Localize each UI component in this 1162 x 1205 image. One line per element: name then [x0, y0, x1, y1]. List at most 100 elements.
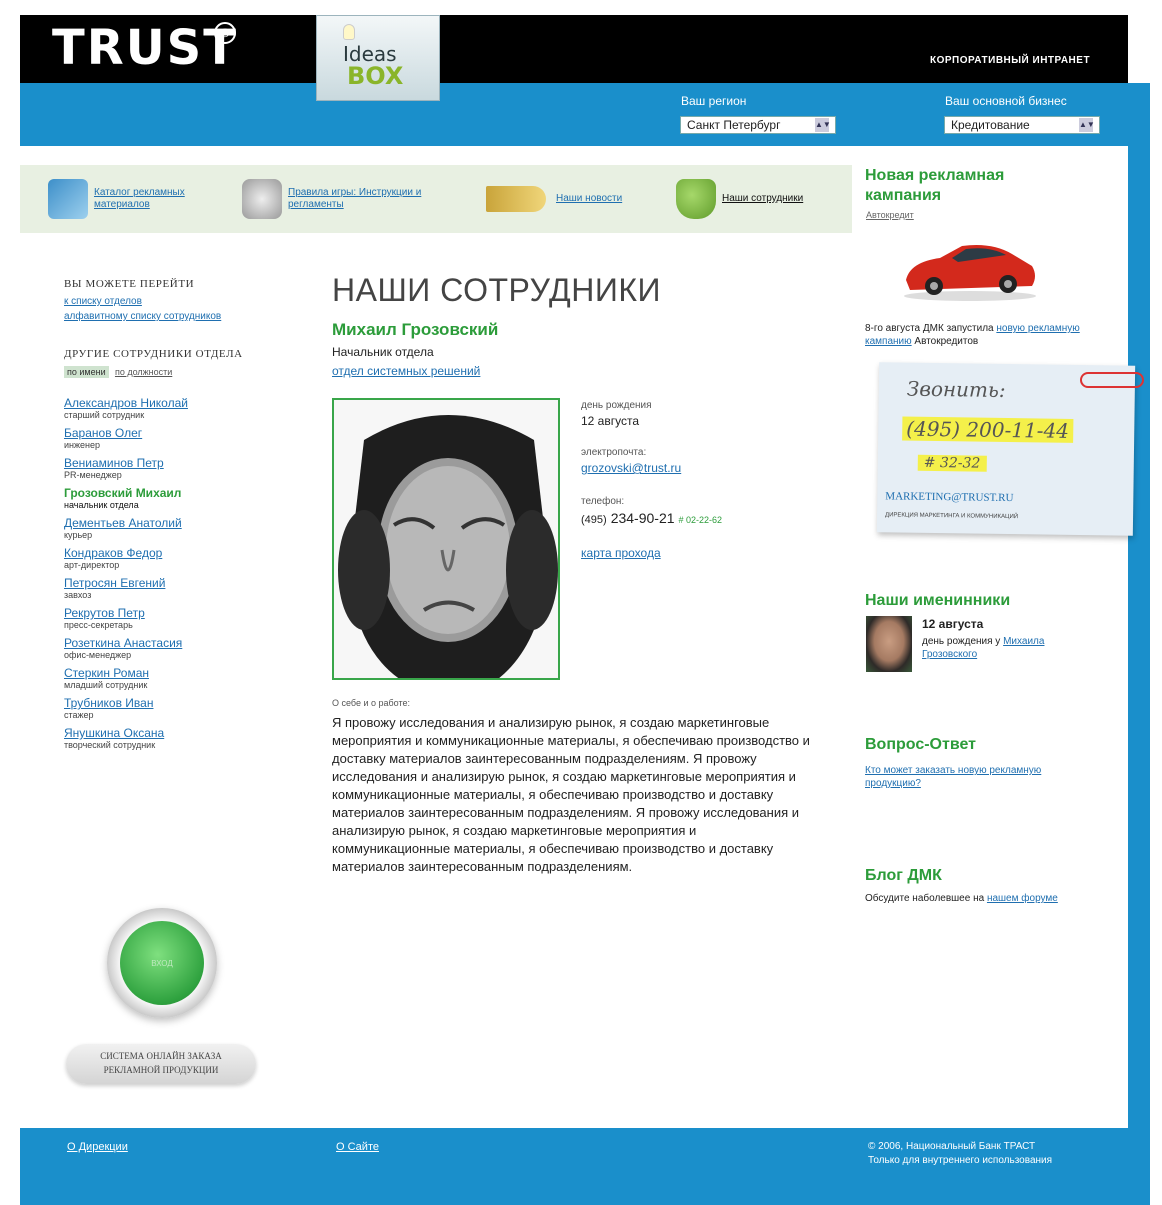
about-label: О себе и о работе: [332, 698, 410, 708]
box-word: BOX [347, 62, 404, 90]
employee-role: завхоз [64, 590, 92, 600]
employee-name[interactable]: Баранов Олег [64, 426, 294, 440]
phone-line: (495) 234-90-21 # 02-22-62 [581, 510, 722, 526]
employee-list: Александров Николай старший сотрудник Бар… [64, 396, 294, 750]
menu-item-rules[interactable]: Правила игры: Инструкции и регламенты [242, 165, 448, 233]
campaign-text-start: 8-го августа ДМК запустила [865, 323, 997, 334]
list-item[interactable]: Александров Николай старший сотрудник [64, 396, 294, 420]
birthday-value: 12 августа [581, 414, 640, 428]
employee-role: творческий сотрудник [64, 740, 156, 750]
birthday-avatar[interactable] [866, 616, 912, 672]
birthday-label: день рождения [581, 400, 652, 411]
about-directorate-link[interactable]: О Дирекции [67, 1141, 128, 1153]
note-title: Звонить: [906, 376, 1006, 402]
birthday-text-start: день рождения у [922, 636, 1004, 647]
select-arrow-icon: ▲▼ [815, 118, 831, 132]
employee-name[interactable]: Кондраков Федор [64, 546, 294, 560]
list-item[interactable]: Баранов Олег инженер [64, 426, 294, 450]
list-item[interactable]: Дементьев Анатолий курьер [64, 516, 294, 540]
map-link[interactable]: карта прохода [581, 546, 661, 560]
birthday-text: день рождения у Михаила Грозовского [922, 635, 1092, 661]
list-item[interactable]: Петросян Евгений завхоз [64, 576, 294, 600]
tab-by-name[interactable]: по имени [64, 366, 109, 378]
dice-icon [242, 179, 282, 219]
employee-name[interactable]: Стеркин Роман [64, 666, 294, 680]
employee-role: младший сотрудник [64, 680, 148, 690]
employee-name: Грозовский Михаил [64, 486, 182, 500]
note-department: ДИРЕКЦИЯ МАРКЕТИНГА И КОММУНИКАЦИЙ [885, 512, 1019, 521]
car-image[interactable] [900, 240, 1040, 302]
list-item[interactable]: Кондраков Федор арт-директор [64, 546, 294, 570]
menu-item-label[interactable]: Правила игры: Инструкции и регламенты [288, 187, 448, 211]
menu-item-employees[interactable]: Наши сотрудники [676, 165, 842, 233]
trust-logo[interactable]: TRUST [52, 20, 238, 76]
tab-by-position[interactable]: по должности [112, 366, 175, 378]
phone-code: (495) [581, 514, 607, 526]
list-item[interactable]: Стеркин Роман младший сотрудник [64, 666, 294, 690]
business-select[interactable]: Кредитование ▲▼ [944, 116, 1100, 134]
note-email[interactable]: MARKETING@TRUST.RU [885, 490, 1013, 504]
sort-tabs: по имени по должности [64, 364, 294, 378]
list-item[interactable]: Трубников Иван стажер [64, 696, 294, 720]
employee-name[interactable]: Дементьев Анатолий [64, 516, 294, 530]
birthdays-title: Наши именинники [865, 592, 1011, 609]
catalog-icon [48, 179, 88, 219]
copyright: © 2006, Национальный Банк ТРАСТ Только д… [868, 1140, 1052, 1168]
login-button[interactable]: ВХОД [120, 921, 204, 1005]
corporate-intranet-label: КОРПОРАТИВНЫЙ ИНТРАНЕТ [930, 55, 1091, 66]
employee-role: арт-директор [64, 560, 120, 570]
birthday-date: 12 августа [922, 617, 984, 631]
employee-role: начальник отдела [64, 500, 139, 510]
internal-use-line: Только для внутреннего использования [868, 1155, 1053, 1166]
email-label: электропочта: [581, 447, 647, 458]
blog-text: Обсудите наболевшее на нашем форуме [865, 893, 1058, 904]
employee-name[interactable]: Розеткина Анастасия [64, 636, 294, 650]
person-name: Михаил Грозовский [332, 320, 499, 339]
employee-role: PR-менеджер [64, 470, 122, 480]
registered-mark: ® [214, 22, 236, 44]
employee-role: курьер [64, 530, 93, 540]
list-item[interactable]: Розеткина Анастасия офис-менеджер [64, 636, 294, 660]
list-item[interactable]: Янушкина Оксана творческий сотрудник [64, 726, 294, 750]
employee-name[interactable]: Александров Николай [64, 396, 294, 410]
region-label: Ваш регион [681, 94, 747, 108]
employee-name[interactable]: Янушкина Оксана [64, 726, 294, 740]
menu-item-label[interactable]: Наши сотрудники [722, 193, 842, 205]
note-phone: (495) 200-11-44 [902, 416, 1074, 443]
select-arrow-icon: ▲▼ [1079, 118, 1095, 132]
cup-icon [676, 179, 716, 219]
goto-heading: ВЫ МОЖЕТЕ ПЕРЕЙТИ [64, 278, 195, 290]
employee-name[interactable]: Вениаминов Петр [64, 456, 294, 470]
business-value: Кредитование [951, 118, 1030, 132]
employee-name[interactable]: Петросян Евгений [64, 576, 294, 590]
employee-role: стажер [64, 710, 94, 720]
menu-item-label[interactable]: Наши новости [556, 193, 646, 205]
campaign-subtitle[interactable]: Автокредит [866, 210, 914, 220]
online-order-button[interactable]: СИСТЕМА ОНЛАЙН ЗАКАЗА РЕКЛАМНОЙ ПРОДУКЦИ… [66, 1044, 256, 1084]
copyright-line: © 2006, Национальный Банк ТРАСТ [868, 1141, 1036, 1152]
employee-name[interactable]: Рекрутов Петр [64, 606, 294, 620]
alphabet-list-link[interactable]: алфавитному списку сотрудников [64, 311, 221, 322]
email-link[interactable]: grozovski@trust.ru [581, 461, 681, 475]
person-photo [332, 398, 560, 680]
qa-link[interactable]: Кто может заказать новую рекламную проду… [865, 764, 1095, 790]
car-icon [904, 245, 1036, 301]
employee-name[interactable]: Трубников Иван [64, 696, 294, 710]
menu-item-label[interactable]: Каталог рекламных материалов [94, 187, 214, 211]
region-select[interactable]: Санкт Петербург ▲▼ [680, 116, 836, 134]
department-link[interactable]: отдел системных решений [332, 364, 480, 378]
order-line2: РЕКЛАМНОЙ ПРОДУКЦИИ [103, 1065, 219, 1075]
ideas-box-logo[interactable]: Ideas BOX [316, 15, 440, 101]
phone-label: телефон: [581, 496, 625, 507]
phone-number: 234-90-21 [610, 510, 675, 526]
person-position: Начальник отдела [332, 345, 434, 359]
menu-item-news[interactable]: Наши новости [486, 165, 646, 233]
right-blue-strip [1128, 83, 1150, 1205]
about-site-link[interactable]: О Сайте [336, 1141, 379, 1153]
departments-link[interactable]: к списку отделов [64, 296, 142, 307]
forum-link[interactable]: нашем форуме [987, 893, 1058, 904]
list-item[interactable]: Рекрутов Петр пресс-секретарь [64, 606, 294, 630]
list-item[interactable]: Вениаминов Петр PR-менеджер [64, 456, 294, 480]
employee-role: инженер [64, 440, 101, 450]
menu-item-catalog[interactable]: Каталог рекламных материалов [48, 165, 214, 233]
